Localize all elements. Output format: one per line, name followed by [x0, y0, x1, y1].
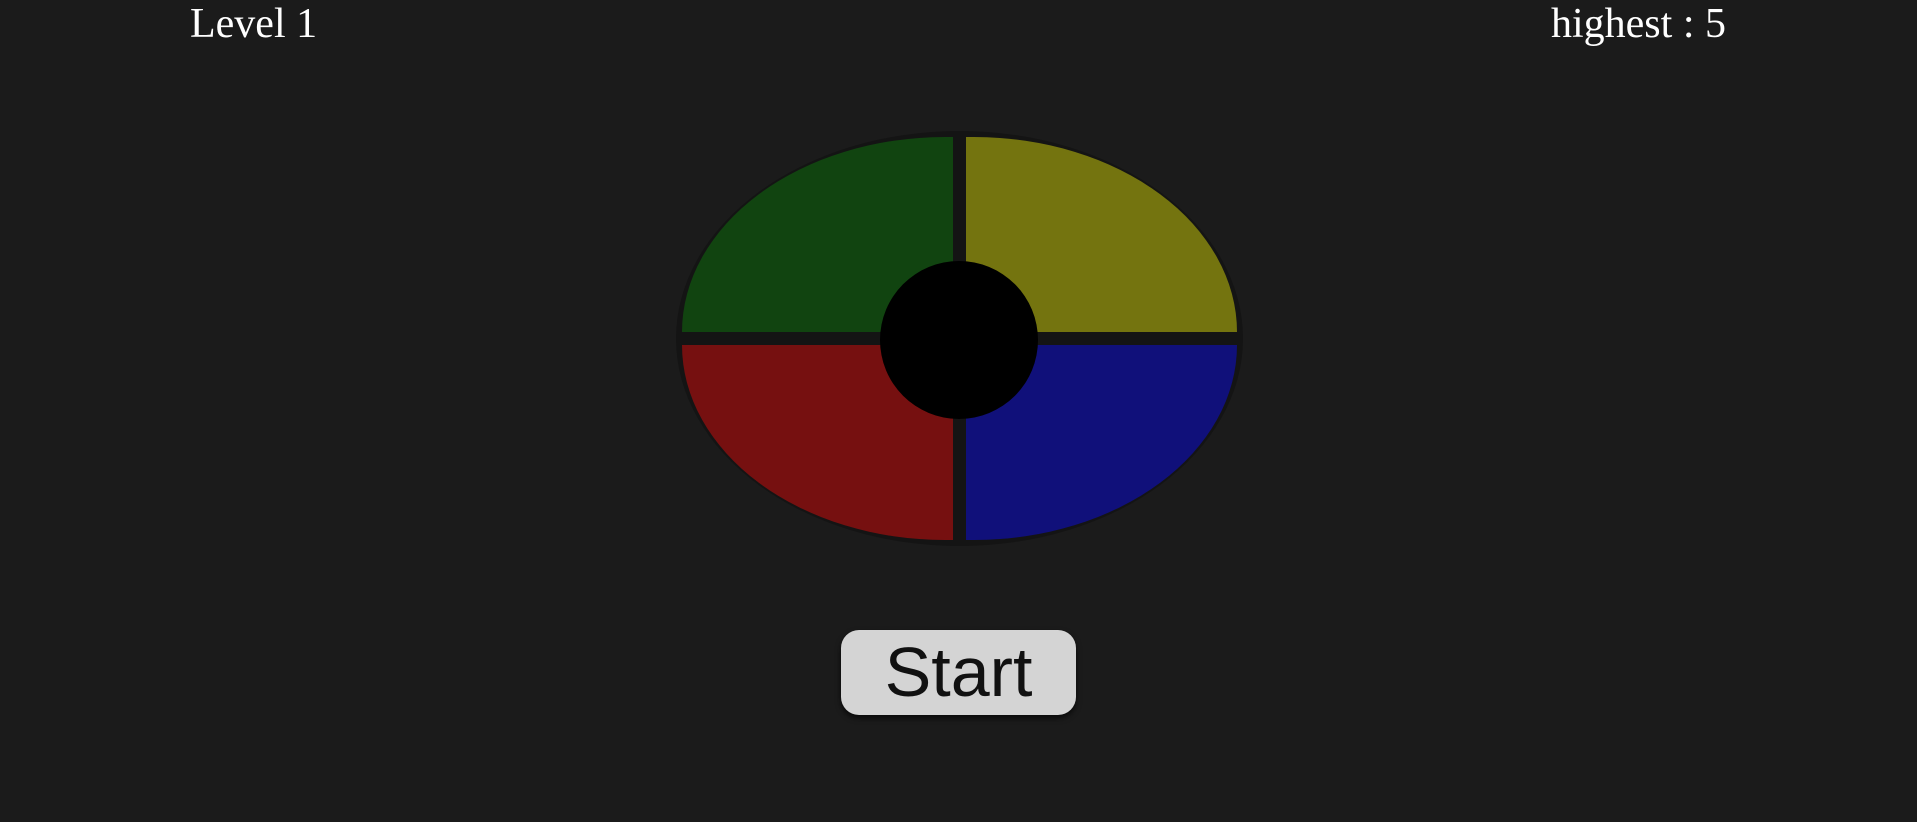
highest-score: highest : 5 — [1551, 1, 1726, 47]
game-board — [676, 131, 1243, 546]
start-button[interactable]: Start — [841, 630, 1076, 715]
center-disc — [880, 261, 1038, 419]
level-indicator: Level 1 — [190, 1, 318, 47]
